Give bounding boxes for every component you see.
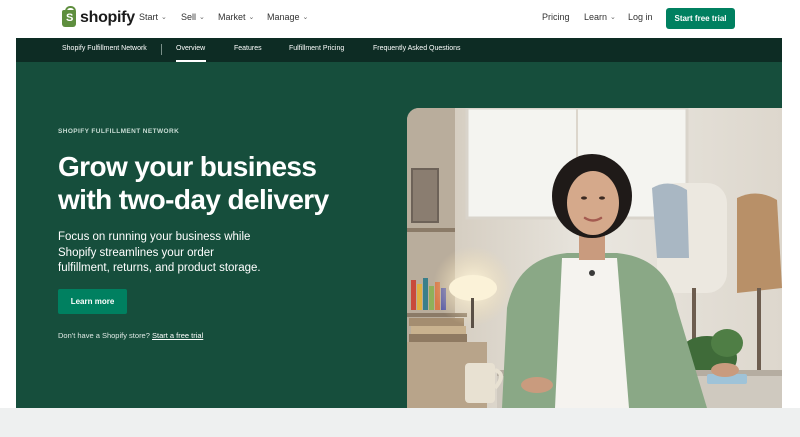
menu-learn-label: Learn [584,12,608,22]
no-store-text: Don't have a Shopify store? [58,331,150,340]
menu-manage-label: Manage [267,12,300,22]
menu-learn[interactable]: Learn ⌄ [584,12,616,22]
start-free-trial-button[interactable]: Start free trial [666,8,735,29]
menu-market[interactable]: Market ⌄ [218,12,254,22]
hero-photo [407,108,782,408]
nav-pricing[interactable]: Pricing [542,12,570,22]
tab-overview[interactable]: Overview [176,45,205,52]
hero-subtext-line: Shopify streamlines your order [58,246,214,259]
no-store-prompt: Don't have a Shopify store? Start a free… [58,331,203,340]
tab-fulfillment-pricing[interactable]: Fulfillment Pricing [289,45,344,52]
subnav-fulfillment-network[interactable]: Shopify Fulfillment Network [62,45,147,52]
tab-features[interactable]: Features [234,45,262,52]
top-navigation: S shopify Start ⌄ Sell ⌄ Market ⌄ Manage… [0,0,800,38]
chevron-down-icon: ⌄ [302,14,309,21]
nav-pricing-label: Pricing [542,12,570,22]
menu-manage[interactable]: Manage ⌄ [267,12,308,22]
chevron-down-icon: ⌄ [199,14,205,21]
hero-headline: Grow your business with two-day delivery [58,150,388,216]
hero-section: SHOPIFY FULFILLMENT NETWORK Grow your bu… [16,62,782,408]
menu-start[interactable]: Start ⌄ [139,12,167,22]
bottom-strip [0,408,800,437]
start-free-trial-link[interactable]: Start a free trial [152,331,203,340]
hero-subtext-line: fulfillment, returns, and product storag… [58,262,261,274]
page-gutter [782,38,800,408]
page: S shopify Start ⌄ Sell ⌄ Market ⌄ Manage… [0,0,800,437]
hero-eyebrow: SHOPIFY FULFILLMENT NETWORK [58,128,180,135]
shopping-bag-icon: S [62,5,76,27]
hero-headline-line: with two-day delivery [58,184,329,215]
hero-subtext: Focus on running your business while Sho… [58,230,298,277]
nav-login[interactable]: Log in [628,12,653,22]
tab-faq[interactable]: Frequently Asked Questions [373,45,461,52]
shopify-logo[interactable]: S shopify [62,5,135,27]
menu-start-label: Start [139,12,159,22]
menu-sell[interactable]: Sell ⌄ [181,12,205,22]
brand-wordmark: shopify [80,9,135,26]
chevron-down-icon: ⌄ [161,14,167,21]
menu-market-label: Market [218,12,246,22]
subnav-divider [161,44,162,55]
learn-more-button[interactable]: Learn more [58,289,127,314]
hero-subtext-line: Focus on running your business while [58,231,251,243]
hero-headline-line: Grow your business [58,151,317,182]
nav-login-label: Log in [628,12,653,22]
chevron-down-icon: ⌄ [248,14,255,21]
woman-in-studio-illustration [407,108,782,408]
chevron-down-icon: ⌄ [610,14,616,21]
sub-navigation: Shopify Fulfillment Network Overview Fea… [16,38,782,62]
menu-sell-label: Sell [181,12,197,22]
